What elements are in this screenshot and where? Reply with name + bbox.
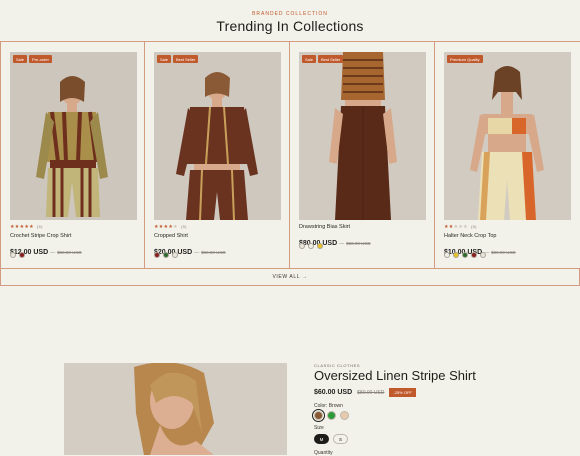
product-image[interactable]: Sale Pre-order <box>10 52 137 220</box>
sale-badge: Sale <box>302 55 317 63</box>
swatch-white[interactable] <box>10 252 16 258</box>
size-options: M S <box>314 434 348 444</box>
color-option-beige[interactable] <box>340 411 349 420</box>
featured-title: Oversized Linen Stripe Shirt <box>314 368 476 383</box>
size-label: Size <box>314 425 324 431</box>
swatch-red[interactable] <box>154 252 160 258</box>
discount-badge: -25% OFF <box>389 388 416 397</box>
view-all-link[interactable]: VIEW ALL → <box>273 274 308 280</box>
best-seller-badge: Best Seller <box>173 55 199 63</box>
featured-compare-price: $80.00 USD <box>357 389 385 396</box>
color-option-green[interactable] <box>327 411 336 420</box>
featured-price: $60.00 USD <box>314 389 353 396</box>
swatch-green[interactable] <box>462 252 468 258</box>
swatch-red[interactable] <box>471 252 477 258</box>
view-all-bar: VIEW ALL → <box>0 269 580 286</box>
swatch-white[interactable] <box>299 243 305 249</box>
product-name[interactable]: Drawstring Bias Skirt <box>299 224 350 230</box>
product-image[interactable]: Sale Best Seller <box>299 52 426 220</box>
swatch-cream[interactable] <box>308 243 314 249</box>
color-swatches <box>154 252 178 258</box>
product-image[interactable]: Premium Quality <box>444 52 571 220</box>
rating-stars: ★★★★★ (5) <box>154 224 187 230</box>
size-option-m[interactable]: M <box>314 434 329 444</box>
quantity-label: Quantity <box>314 450 333 456</box>
swatch-red[interactable] <box>19 252 25 258</box>
color-label: Color: Brown <box>314 403 343 409</box>
product-name[interactable]: Cropped Shirt <box>154 233 188 239</box>
swatch-green[interactable] <box>163 252 169 258</box>
product-name[interactable]: Crochet Stripe Crop Shirt <box>10 233 71 239</box>
preorder-badge: Pre-order <box>29 55 52 63</box>
product-card[interactable]: Sale Best Seller Drawstring Bias Skirt $… <box>290 42 435 268</box>
product-card[interactable]: Sale Pre-order ★★★★★ (5) Crochet Stripe C… <box>0 42 145 268</box>
featured-price-row: $60.00 USD $80.00 USD -25% OFF <box>314 388 416 397</box>
product-grid: Sale Pre-order ★★★★★ (5) Crochet Stripe C… <box>0 41 580 269</box>
sale-badge: Sale <box>157 55 172 63</box>
section-title: Trending In Collections <box>216 18 364 34</box>
size-option-s[interactable]: S <box>333 434 348 444</box>
color-swatches <box>444 252 486 258</box>
swatch-white[interactable] <box>172 252 178 258</box>
sale-badge: Sale <box>13 55 28 63</box>
swatch-cream[interactable] <box>444 252 450 258</box>
rating-stars: ★★★★★ (5) <box>444 224 477 230</box>
swatch-white[interactable] <box>480 252 486 258</box>
product-name[interactable]: Halter Neck Crop Top <box>444 233 496 239</box>
premium-quality-badge: Premium Quality <box>447 55 483 63</box>
color-swatches <box>10 252 25 258</box>
section-eyebrow: BRANDED COLLECTION <box>252 11 328 17</box>
color-option-brown[interactable] <box>312 409 325 422</box>
swatch-yellow[interactable] <box>453 252 459 258</box>
swatch-yellow[interactable] <box>317 243 323 249</box>
color-options <box>312 409 349 422</box>
product-card[interactable]: Sale Best Seller ★★★★★ (5) Cropped Shirt … <box>145 42 290 268</box>
product-card[interactable]: Premium Quality ★★★★★ (5) Halter Neck Cro… <box>435 42 580 268</box>
featured-product-image[interactable] <box>64 363 287 455</box>
best-seller-badge: Best Seller <box>318 55 344 63</box>
rating-stars: ★★★★★ (5) <box>10 224 43 230</box>
product-image[interactable]: Sale Best Seller <box>154 52 281 220</box>
color-swatches <box>299 243 323 249</box>
